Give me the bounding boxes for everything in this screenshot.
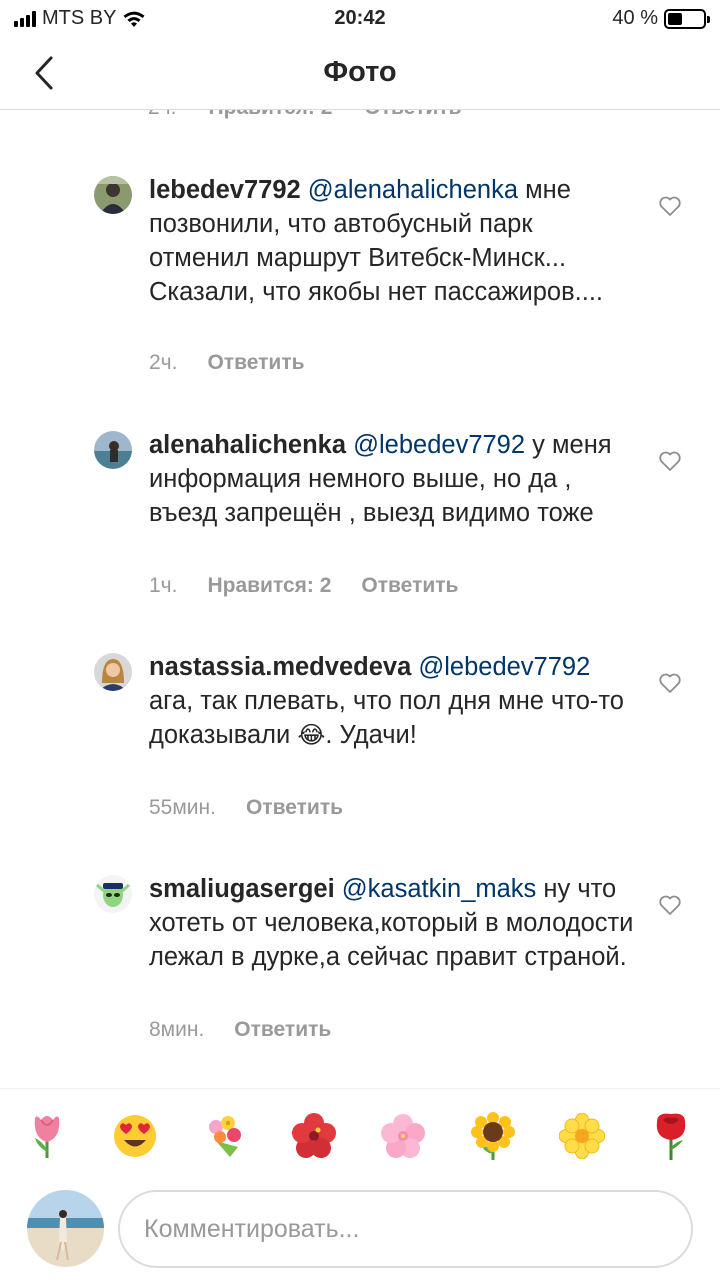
avatar[interactable] bbox=[94, 875, 132, 913]
comment-meta: 55мин. Ответить bbox=[149, 796, 343, 820]
comment-username[interactable]: lebedev7792 bbox=[149, 176, 301, 204]
heart-icon bbox=[659, 196, 681, 216]
comment-meta: 2ч. Ответить bbox=[149, 351, 305, 375]
comment-mention[interactable]: @alenahalichenka bbox=[308, 176, 518, 204]
comment-username[interactable]: smaliugasergei bbox=[149, 875, 335, 903]
status-bar: MTS BY 20:42 40 % bbox=[0, 0, 720, 38]
reply-button[interactable]: Ответить bbox=[361, 574, 458, 598]
battery-percent: 40 % bbox=[612, 7, 658, 29]
like-button[interactable] bbox=[658, 894, 686, 922]
cherry-blossom-icon[interactable] bbox=[378, 1111, 428, 1161]
reply-button[interactable]: Ответить bbox=[246, 796, 343, 820]
comment-mention[interactable]: @lebedev7792 bbox=[353, 431, 525, 459]
status-right: 40 % bbox=[612, 7, 710, 30]
bouquet-icon[interactable] bbox=[200, 1111, 250, 1161]
tears-of-joy-emoji: 😂 bbox=[297, 722, 326, 749]
comment-mention[interactable]: @lebedev7792 bbox=[418, 653, 590, 681]
comment-meta: 1ч. Нравится: 2 Ответить bbox=[149, 574, 458, 598]
heart-eyes-icon[interactable] bbox=[110, 1111, 160, 1161]
like-button[interactable] bbox=[658, 195, 686, 223]
comment-input-row bbox=[0, 1182, 720, 1280]
blossom-icon[interactable] bbox=[557, 1111, 607, 1161]
reply-button[interactable]: Ответить bbox=[234, 1018, 331, 1042]
like-button[interactable] bbox=[658, 672, 686, 700]
comment-time: 55мин. bbox=[149, 796, 216, 819]
comment-body-end: . Удачи! bbox=[325, 721, 417, 749]
comment-time: 2ч. bbox=[149, 351, 178, 374]
comment-time: 8мин. bbox=[149, 1018, 205, 1041]
hibiscus-icon[interactable] bbox=[289, 1111, 339, 1161]
rose-icon[interactable] bbox=[646, 1111, 696, 1161]
avatar[interactable] bbox=[94, 653, 132, 691]
tulip-icon[interactable] bbox=[22, 1111, 72, 1161]
comment-text: smaliugasergei @kasatkin_maks ну что хот… bbox=[149, 872, 639, 974]
avatar[interactable] bbox=[94, 176, 132, 214]
nav-bar: Фото bbox=[0, 38, 720, 110]
comment-text: alenahalichenka @lebedev7792 у меня инфо… bbox=[149, 428, 639, 530]
likes-count[interactable]: Нравится: 2 bbox=[207, 574, 331, 598]
comment-input[interactable] bbox=[118, 1190, 693, 1268]
comment-text: lebedev7792 @alenahalichenka мне позвони… bbox=[149, 173, 639, 309]
user-avatar[interactable] bbox=[27, 1190, 104, 1267]
comment-username[interactable]: alenahalichenka bbox=[149, 431, 346, 459]
page-title: Фото bbox=[323, 56, 397, 88]
like-button[interactable] bbox=[658, 450, 686, 478]
comment-username[interactable]: nastassia.medvedeva bbox=[149, 653, 411, 681]
sunflower-icon[interactable] bbox=[468, 1111, 518, 1161]
battery-fill bbox=[668, 12, 682, 25]
comments-list[interactable]: 2ч. Нравится: 2 Ответить lebedev7792 @al… bbox=[0, 86, 720, 1086]
heart-icon bbox=[659, 895, 681, 915]
reply-button[interactable]: Ответить bbox=[207, 351, 304, 375]
comment-meta: 8мин. Ответить bbox=[149, 1018, 331, 1042]
avatar[interactable] bbox=[94, 431, 132, 469]
heart-icon bbox=[659, 673, 681, 693]
comment-text: nastassia.medvedeva @lebedev7792 ага, та… bbox=[149, 650, 639, 752]
comment-mention[interactable]: @kasatkin_maks bbox=[342, 875, 537, 903]
heart-icon bbox=[659, 451, 681, 471]
battery-icon bbox=[664, 8, 710, 29]
comment-time: 1ч. bbox=[149, 574, 178, 597]
quick-emoji-bar bbox=[0, 1088, 720, 1182]
